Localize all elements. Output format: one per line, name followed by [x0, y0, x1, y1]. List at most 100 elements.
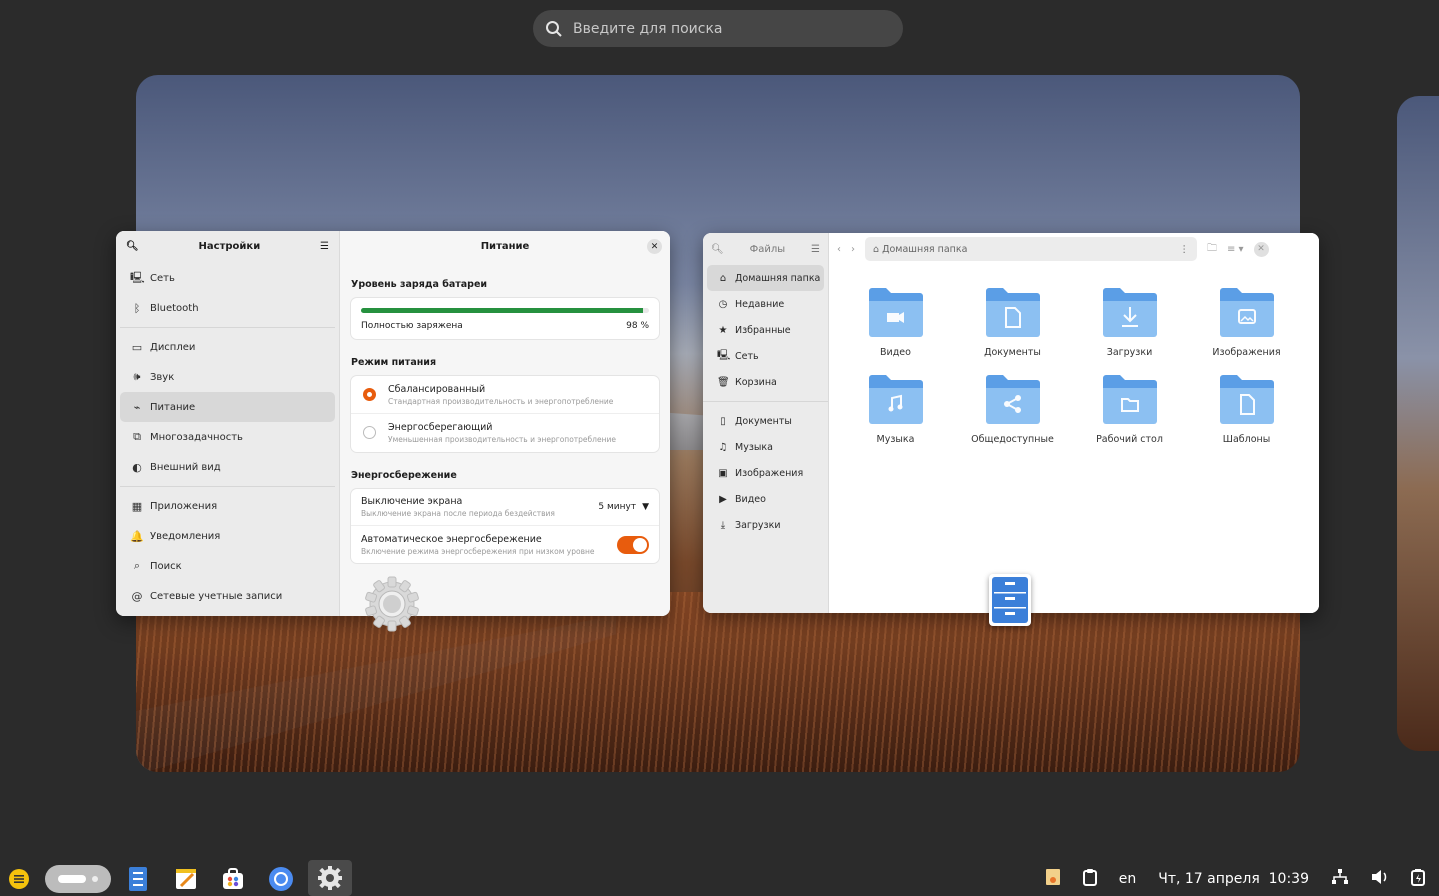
panel-title: Питание: [480, 240, 530, 252]
document-icon: ▯: [720, 415, 726, 427]
sidebar-item-label: Внешний вид: [150, 461, 221, 473]
sidebar-item-label: Уведомления: [150, 530, 221, 542]
settings-window[interactable]: 🔍︎ Настройки ☰ 🖳 Сеть ᛒ Bluetooth ▭ Дисплеи 🕪 З…: [116, 231, 670, 616]
screen-off-dropdown[interactable]: 5 минут ▼: [598, 502, 649, 512]
path-bar[interactable]: ⌂ Домашняя папка ⋮: [865, 237, 1197, 261]
folder-item[interactable]: Загрузки: [1071, 285, 1188, 358]
folder-label: Загрузки: [1106, 347, 1153, 358]
sidebar-item[interactable]: 🗑 Корзина: [707, 369, 824, 395]
power-mode-balanced[interactable]: Сбалансированный Стандартная производите…: [351, 376, 659, 414]
battery-icon[interactable]: [1411, 868, 1425, 890]
power-mode-card: Сбалансированный Стандартная производите…: [351, 376, 659, 452]
forward-icon[interactable]: ›: [851, 244, 855, 255]
online-accounts-icon: @: [131, 589, 143, 603]
sidebar-item[interactable]: ⌁ Питание: [120, 392, 335, 422]
folder-icon: [1219, 375, 1274, 424]
files-sidebar: 🔍︎ Файлы ☰ ⌂ Домашняя папка ◷ Недавние ★ Избр…: [703, 233, 829, 613]
sidebar-item[interactable]: 🕪 Звук: [120, 362, 335, 392]
battery-card: Полностью заряжена 98 %: [351, 298, 659, 339]
search-icon[interactable]: 🔍︎: [711, 244, 724, 255]
keyboard-layout[interactable]: en: [1119, 871, 1137, 887]
settings-app-icon[interactable]: [308, 860, 352, 896]
folder-item[interactable]: Музыка: [837, 372, 954, 445]
file-cabinet-drag-icon[interactable]: [989, 574, 1031, 626]
sidebar-item[interactable]: ▭ Дисплеи: [120, 332, 335, 362]
folder-icon: [868, 288, 923, 337]
power-panel: Питание ✕ Уровень заряда батареи Полност…: [340, 231, 670, 616]
auto-saving-toggle[interactable]: [617, 535, 649, 554]
folder-item[interactable]: Общедоступные: [954, 372, 1071, 445]
search-field[interactable]: Введите для поиска: [533, 10, 903, 47]
sidebar-item[interactable]: ▶ Видео: [707, 486, 824, 512]
saving-heading: Энергосбережение: [351, 470, 457, 481]
sidebar-item[interactable]: ★ Избранные: [707, 317, 824, 343]
files-app-icon[interactable]: [119, 862, 157, 896]
clipboard-icon[interactable]: [1082, 868, 1097, 890]
search-icon[interactable]: 🔍︎: [126, 241, 139, 252]
folder-item[interactable]: Документы: [954, 285, 1071, 358]
sidebar-item[interactable]: ⌂ Домашняя папка: [707, 265, 824, 291]
radio-button[interactable]: [363, 426, 376, 439]
sidebar-item[interactable]: 🖳 Сеть: [707, 343, 824, 369]
folder-item[interactable]: Видео: [837, 285, 954, 358]
taskbar: en Чт, 17 апреля 10:39: [0, 860, 1439, 896]
home-icon: ⌂: [719, 272, 727, 284]
sidebar-item-label: Bluetooth: [150, 302, 199, 314]
text-editor-icon[interactable]: [167, 862, 205, 896]
back-icon[interactable]: ‹: [837, 244, 841, 255]
sidebar-item[interactable]: @ Сетевые учетные записи: [120, 581, 335, 611]
note-icon[interactable]: [1045, 868, 1061, 890]
sidebar-item[interactable]: ▦ Приложения: [120, 491, 335, 521]
sidebar-item[interactable]: ⌕ Поиск: [120, 551, 335, 581]
clock[interactable]: Чт, 17 апреля 10:39: [1158, 871, 1309, 887]
close-button[interactable]: ✕: [647, 239, 662, 254]
chromium-icon[interactable]: [262, 862, 300, 896]
radio-button[interactable]: [363, 388, 376, 401]
sidebar-item-label: Приложения: [150, 500, 218, 512]
screen-off-row[interactable]: Выключение экрана Выключение экрана посл…: [351, 489, 659, 526]
sidebar-item[interactable]: ♫ Музыка: [707, 434, 824, 460]
folder-item[interactable]: Рабочий стол: [1071, 372, 1188, 445]
workspace-thumbnail-next[interactable]: [1397, 96, 1439, 751]
folder-item[interactable]: Шаблоны: [1188, 372, 1305, 445]
sidebar-item[interactable]: ▣ Изображения: [707, 460, 824, 486]
row-desc: Включение режима энергосбережения при ни…: [361, 546, 595, 556]
sidebar-item-label: Избранные: [735, 324, 791, 336]
sidebar-item[interactable]: ▯ Документы: [707, 408, 824, 434]
sidebar-item[interactable]: ᛒ Bluetooth: [120, 293, 335, 323]
download-icon: ⤓: [720, 519, 726, 531]
image-icon: ▣: [718, 467, 728, 479]
system-tray: en Чт, 17 апреля 10:39: [1045, 868, 1425, 890]
network-icon[interactable]: [1331, 868, 1349, 890]
workspace-switcher[interactable]: [45, 865, 111, 893]
hamburger-menu-icon[interactable]: ☰: [320, 241, 329, 252]
hamburger-menu-icon[interactable]: ☰: [811, 244, 820, 255]
sidebar-item-label: Видео: [735, 493, 766, 505]
path-label: Домашняя папка: [882, 243, 968, 255]
power-mode-heading: Режим питания: [351, 357, 437, 368]
sidebar-item-label: Недавние: [735, 298, 785, 310]
power-mode-saver[interactable]: Энергосберегающий Уменьшенная производит…: [351, 414, 659, 452]
more-menu-icon[interactable]: ⋮: [1180, 244, 1190, 255]
sidebar-item[interactable]: 🖳 Сеть: [120, 263, 335, 293]
sidebar-item[interactable]: ◷ Недавние: [707, 291, 824, 317]
auto-saving-row[interactable]: Автоматическое энергосбережение Включени…: [351, 526, 659, 563]
sidebar-item-label: Изображения: [735, 467, 804, 479]
app-store-icon[interactable]: [214, 862, 252, 896]
folder-item[interactable]: Изображения: [1188, 285, 1305, 358]
volume-icon[interactable]: [1371, 869, 1389, 889]
sidebar-item[interactable]: ◐ Внешний вид: [120, 452, 335, 482]
sidebar-item-label: Дисплеи: [150, 341, 196, 353]
power-icon: ⌁: [133, 400, 141, 414]
sidebar-item[interactable]: 🔔 Уведомления: [120, 521, 335, 551]
sidebar-item[interactable]: ⤓ Загрузки: [707, 512, 824, 538]
battery-percent: 98 %: [626, 321, 649, 331]
settings-app-badge-icon: [365, 576, 419, 632]
view-list-icon[interactable]: ≡ ▾: [1227, 244, 1244, 255]
menu-icon[interactable]: [0, 862, 38, 896]
files-window[interactable]: 🔍︎ Файлы ☰ ⌂ Домашняя папка ◷ Недавние ★ Избр…: [703, 233, 1319, 613]
new-folder-icon[interactable]: 🗀︎: [1207, 241, 1217, 258]
sidebar-item[interactable]: ⧉ Многозадачность: [120, 422, 335, 452]
trash-icon: 🗑: [717, 376, 730, 388]
close-button[interactable]: ✕: [1253, 241, 1269, 257]
